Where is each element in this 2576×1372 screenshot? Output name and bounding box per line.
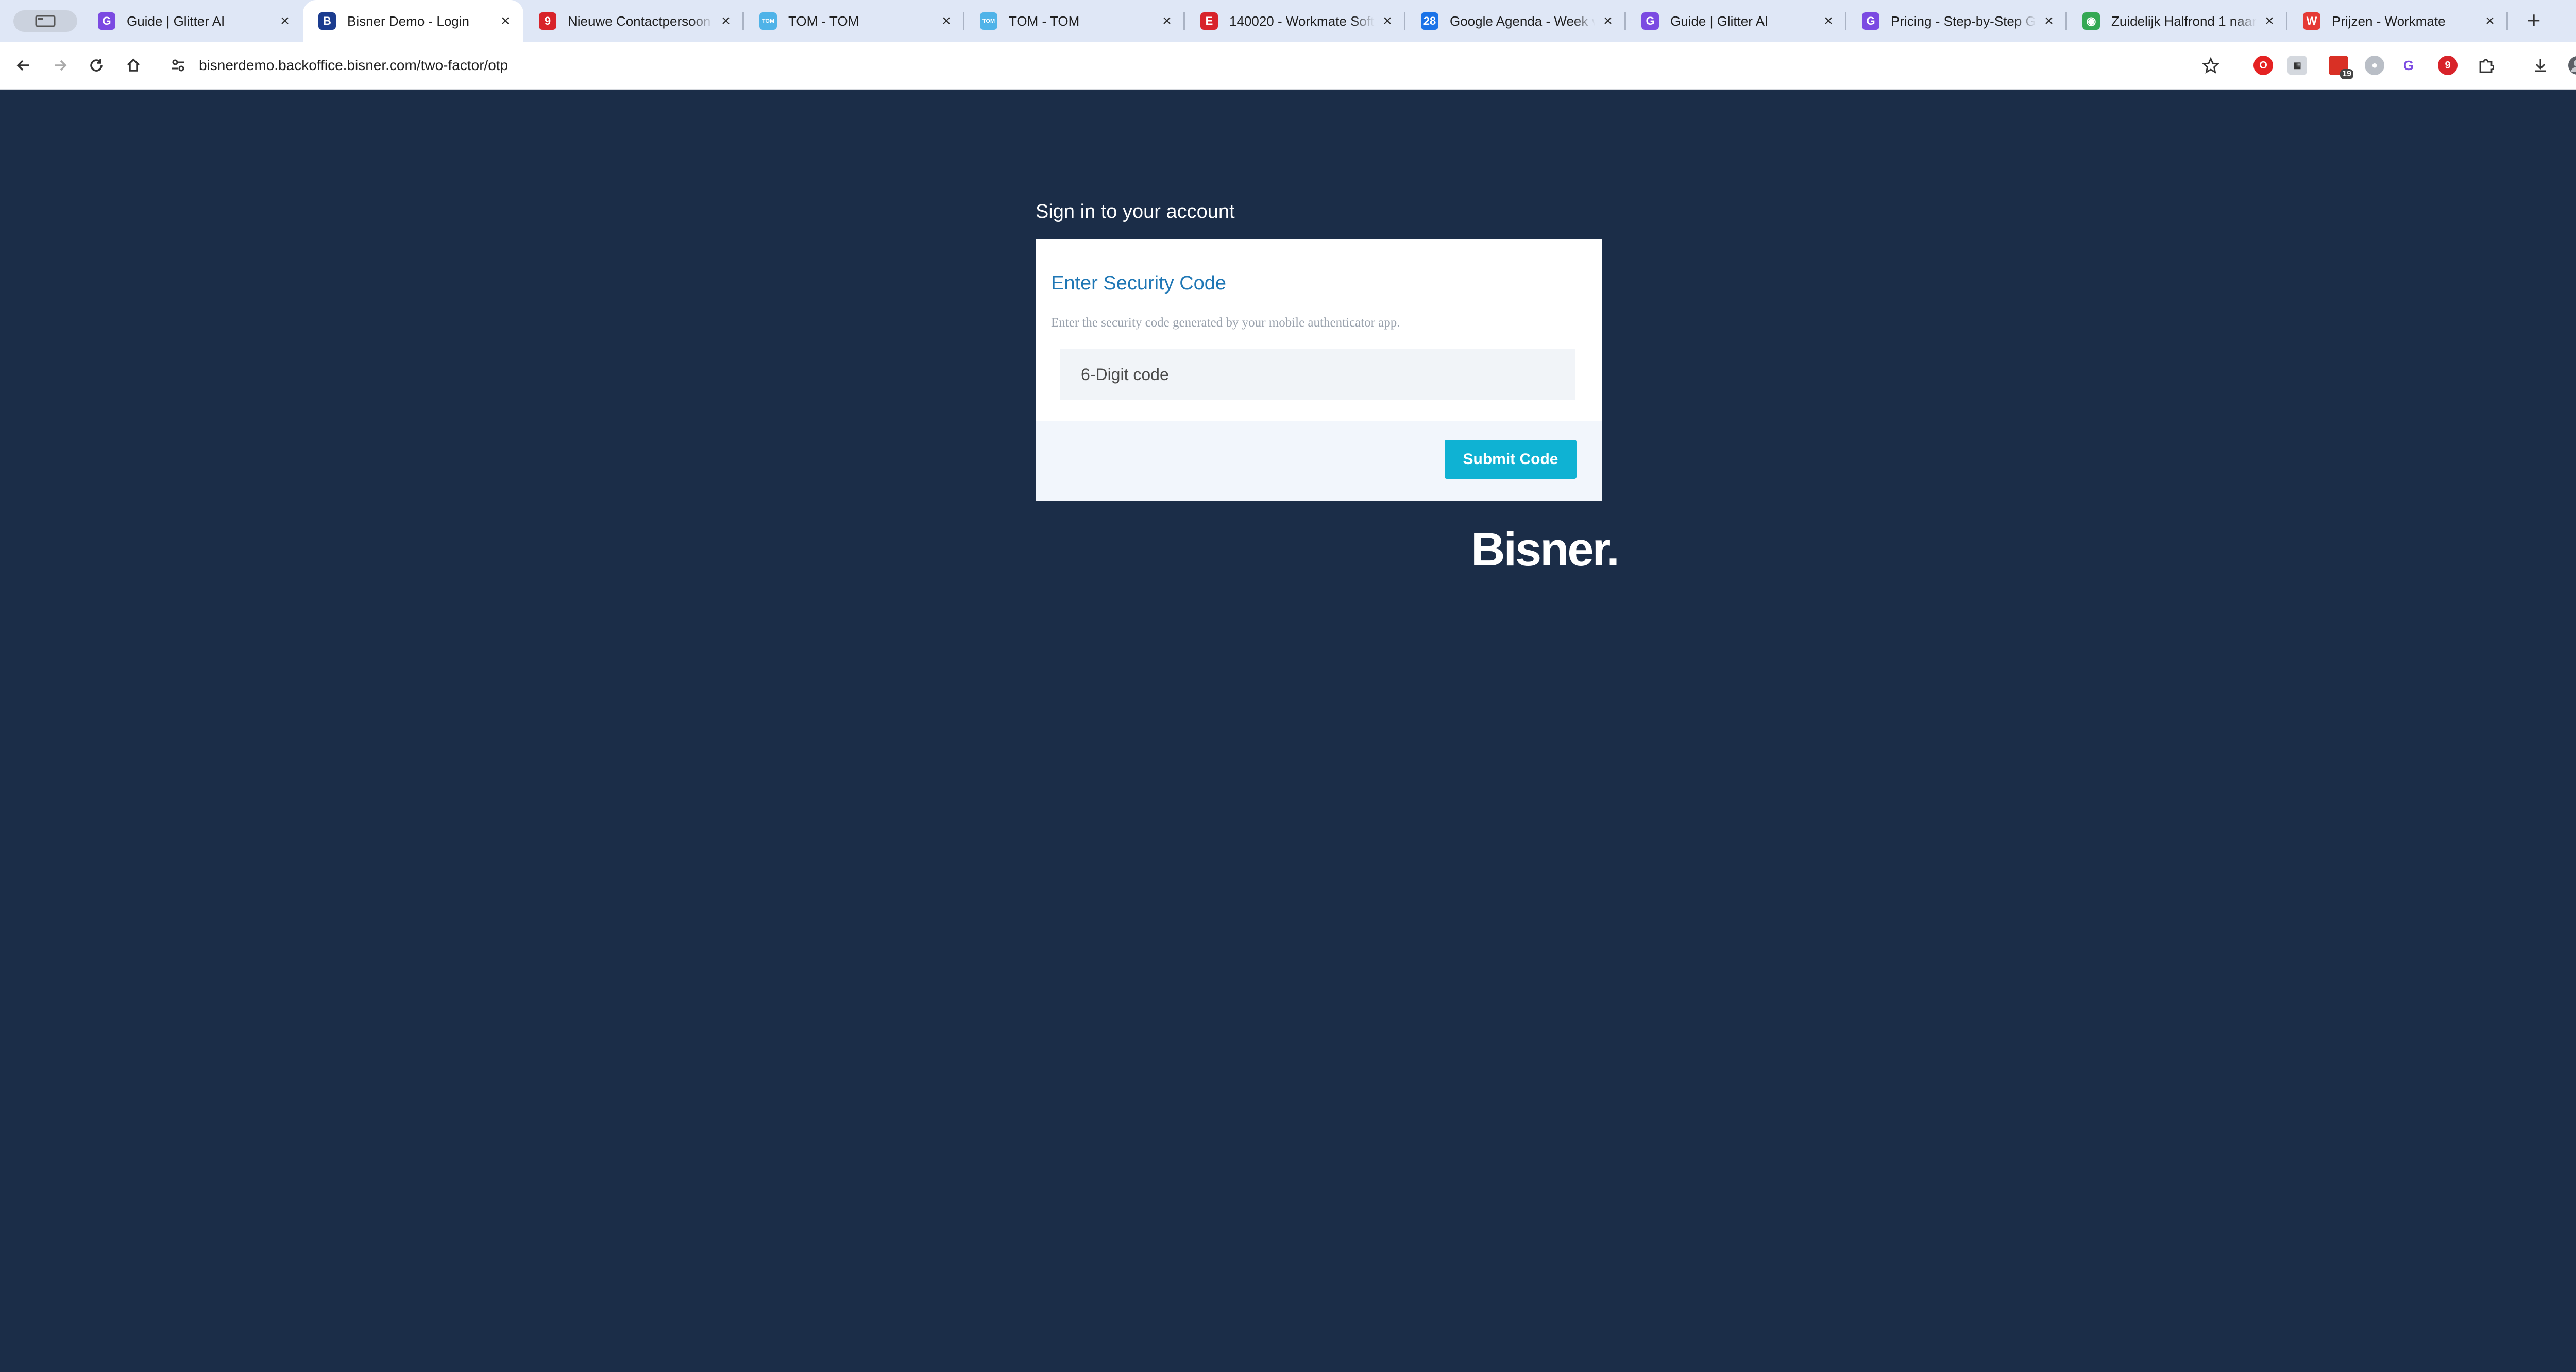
tom-icon: TOM [980, 12, 997, 30]
tab-title: Google Agenda - Week va [1450, 13, 1595, 29]
browser-tab[interactable]: 28 Google Agenda - Week va × [1405, 0, 1626, 42]
tab-groups-icon [35, 15, 56, 27]
tab-title: Pricing - Step-by-Step Gu [1891, 13, 2036, 29]
browser-tab[interactable]: ◉ Zuidelijk Halfrond 1 naar × [2067, 0, 2287, 42]
tab-separator [2506, 12, 2508, 30]
glitter-extension-icon[interactable]: G [2399, 56, 2418, 75]
tab-title: TOM - TOM [788, 13, 859, 29]
qr-extension-icon[interactable]: ▦ [2287, 56, 2307, 75]
browser-tab[interactable]: W Prijzen - Workmate × [2287, 0, 2508, 42]
card-footer: Submit Code [1036, 421, 1602, 501]
glitter-icon: G [98, 12, 115, 30]
google-maps-icon: ◉ [2082, 12, 2100, 30]
back-button[interactable] [11, 54, 35, 77]
close-tab-icon[interactable]: × [1380, 13, 1395, 29]
browser-tab-bar: G Guide | Glitter AI × B Bisner Demo - Login… [0, 0, 2576, 42]
close-tab-icon[interactable]: × [1600, 13, 1616, 29]
close-tab-icon[interactable]: × [939, 13, 954, 29]
bookmark-button[interactable] [2199, 54, 2223, 77]
browser-tab[interactable]: TOM TOM - TOM × [964, 0, 1185, 42]
tab-title: 140020 - Workmate Softw [1229, 13, 1375, 29]
red-extension-icon[interactable]: 9 [2438, 56, 2458, 75]
google-calendar-icon: 28 [1421, 12, 1438, 30]
close-tab-icon[interactable]: × [718, 13, 734, 29]
close-tab-icon[interactable]: × [2482, 13, 2498, 29]
home-button[interactable] [122, 54, 145, 77]
site-settings-icon [172, 59, 184, 72]
submit-code-button[interactable]: Submit Code [1445, 440, 1577, 479]
gray-circle-extension-icon[interactable]: ● [2365, 56, 2384, 75]
tab-search-button[interactable] [13, 10, 77, 32]
download-icon [2535, 59, 2546, 72]
bisner-icon: B [318, 12, 336, 30]
tab-list: G Guide | Glitter AI × B Bisner Demo - Login… [82, 0, 2508, 42]
card-heading: Enter Security Code [1051, 272, 1227, 294]
forward-arrow-icon [55, 60, 67, 71]
back-arrow-icon [16, 60, 29, 71]
security-code-card: Enter Security Code Enter the security c… [1036, 239, 1602, 501]
red-circle-icon: 9 [539, 12, 556, 30]
calendar-badge: 19 [2340, 69, 2353, 79]
address-bar[interactable]: bisnerdemo.backoffice.bisner.com/two-fac… [155, 49, 2241, 81]
tab-title: Prijzen - Workmate [2332, 13, 2446, 29]
close-tab-icon[interactable]: × [1159, 13, 1175, 29]
close-tab-icon[interactable]: × [277, 13, 293, 29]
browser-tab[interactable]: TOM TOM - TOM × [744, 0, 964, 42]
close-tab-icon[interactable]: × [2262, 13, 2277, 29]
card-description: Enter the security code generated by you… [1051, 316, 1400, 330]
tab-title: Nieuwe Contactpersoon a [568, 13, 713, 29]
browser-tab[interactable]: G Pricing - Step-by-Step Gu × [1846, 0, 2067, 42]
tab-title: Guide | Glitter AI [127, 13, 225, 29]
security-code-input[interactable] [1060, 349, 1575, 400]
tom-icon: TOM [759, 12, 777, 30]
close-tab-icon[interactable]: × [2041, 13, 2057, 29]
tab-title: Guide | Glitter AI [1670, 13, 1769, 29]
glitter-icon: G [1862, 12, 1879, 30]
avatar [2568, 56, 2576, 75]
opera-extension-icon[interactable]: O [2253, 56, 2273, 75]
extensions-button[interactable] [2474, 54, 2498, 77]
browser-tab[interactable]: E 140020 - Workmate Softw × [1185, 0, 1405, 42]
workmate-icon: W [2303, 12, 2320, 30]
puzzle-icon [2479, 59, 2494, 73]
page-title: Sign in to your account [1036, 201, 1235, 222]
browser-tab[interactable]: G Guide | Glitter AI × [82, 0, 303, 42]
home-icon [127, 58, 140, 72]
profile-button[interactable] [2566, 54, 2576, 77]
bisner-logo: Bisner. [1471, 523, 1620, 576]
reload-icon [90, 59, 103, 72]
forward-button[interactable] [48, 54, 72, 77]
browser-tab[interactable]: B Bisner Demo - Login × [303, 0, 523, 42]
new-tab-button[interactable]: + [2522, 8, 2546, 33]
tab-title: TOM - TOM [1009, 13, 1080, 29]
glitter-icon: G [1641, 12, 1659, 30]
reload-button[interactable] [84, 54, 108, 77]
browser-tab[interactable]: G Guide | Glitter AI × [1626, 0, 1846, 42]
star-icon [2202, 57, 2219, 74]
tab-title: Bisner Demo - Login [347, 13, 469, 29]
tab-title: Zuidelijk Halfrond 1 naar [2111, 13, 2257, 29]
browser-toolbar: bisnerdemo.backoffice.bisner.com/two-fac… [0, 42, 2576, 90]
downloads-button[interactable] [2529, 54, 2552, 77]
calendar-extension-icon[interactable]: 19 [2329, 56, 2353, 79]
workmate-e-icon: E [1200, 12, 1218, 30]
browser-tab[interactable]: 9 Nieuwe Contactpersoon a × [523, 0, 744, 42]
close-tab-icon[interactable]: × [498, 13, 513, 29]
url-text: bisnerdemo.backoffice.bisner.com/two-fac… [199, 57, 509, 73]
close-tab-icon[interactable]: × [1821, 13, 1836, 29]
